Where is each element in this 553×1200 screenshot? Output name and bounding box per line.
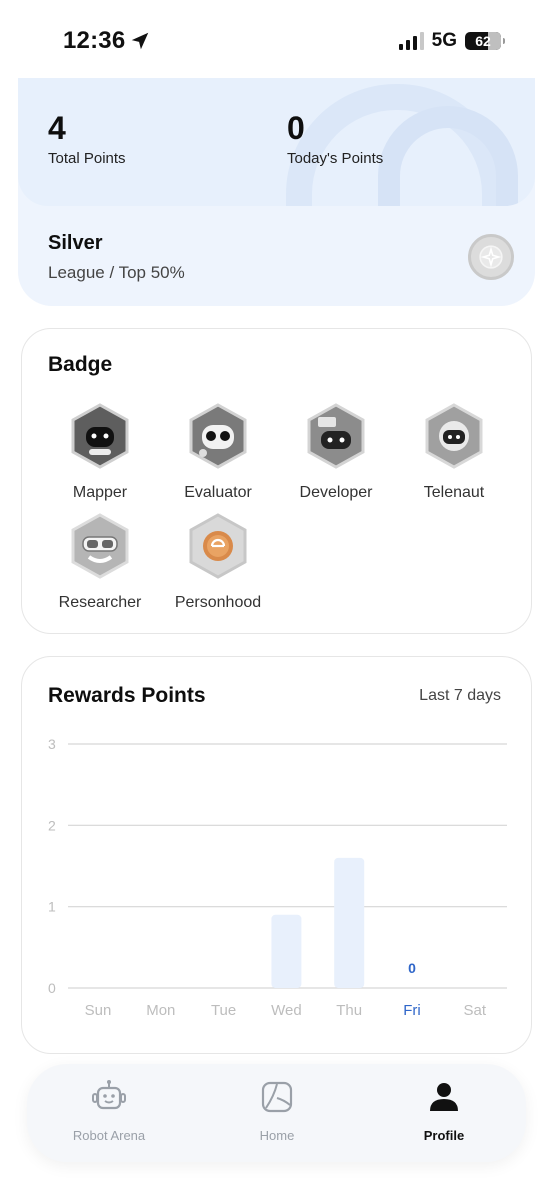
y-tick-label: 0	[48, 980, 56, 996]
todays-points-value: 0	[287, 110, 305, 146]
battery-level: 62	[475, 33, 491, 49]
bar	[271, 914, 302, 988]
tab-home[interactable]: Home	[207, 1078, 347, 1143]
rewards-bar-chart: 0 1 2 3 Sun Mon Tue Wed Thu Fri 0 Sat	[48, 736, 507, 1019]
total-points-value: 4	[48, 110, 66, 146]
robot-icon	[92, 1080, 126, 1110]
personhood-badge-icon	[189, 513, 247, 579]
home-icon	[261, 1081, 293, 1113]
telenaut-badge-icon	[425, 403, 483, 469]
badge-card: Badge Mapper Evaluator Developer Telenau…	[21, 328, 532, 634]
status-bar: 12:36 5G 62	[0, 0, 553, 78]
evaluator-badge-icon	[189, 403, 247, 469]
network-label: 5G	[431, 30, 457, 51]
league-subtitle: League / Top 50%	[48, 263, 185, 282]
data-label: 0	[408, 960, 416, 976]
points-card: 4 Total Points 0 Today's Points Silver L…	[18, 78, 535, 306]
league-info[interactable]: Silver League / Top 50%	[48, 232, 185, 283]
x-tick-label: Fri	[403, 1002, 421, 1019]
badge-mapper[interactable]: Mapper	[41, 403, 159, 502]
points-summary: 4 Total Points 0 Today's Points	[18, 78, 535, 206]
developer-badge-icon	[307, 403, 365, 469]
badge-label: Telenaut	[423, 484, 485, 501]
signal-icon	[398, 32, 424, 50]
tab-label: Robot Arena	[72, 1128, 146, 1143]
badge-telenaut[interactable]: Telenaut	[395, 403, 513, 502]
mapper-badge-icon	[71, 403, 129, 469]
tab-robot-arena[interactable]: Robot Arena	[39, 1078, 179, 1143]
tab-label: Profile	[423, 1128, 465, 1143]
tab-label: Home	[259, 1128, 295, 1143]
badge-evaluator[interactable]: Evaluator	[159, 403, 277, 502]
todays-points: 0 Today's Points	[287, 110, 383, 167]
total-points-label: Total Points	[48, 150, 126, 167]
bar	[334, 857, 365, 988]
x-tick-label: Mon	[146, 1002, 175, 1019]
todays-points-label: Today's Points	[287, 150, 384, 167]
location-arrow-icon	[132, 32, 149, 50]
x-tick-label: Wed	[271, 1002, 302, 1019]
tab-profile[interactable]: Profile	[374, 1078, 514, 1143]
battery-icon: 62	[465, 32, 505, 50]
y-tick-label: 1	[48, 899, 56, 915]
x-tick-label: Sat	[464, 1002, 487, 1019]
badge-label: Mapper	[72, 484, 128, 501]
badge-label: Developer	[299, 484, 373, 501]
x-tick-label: Thu	[336, 1002, 362, 1019]
badge-label: Evaluator	[184, 484, 252, 501]
x-tick-label: Sun	[85, 1002, 112, 1019]
x-tick-label: Tue	[211, 1002, 236, 1019]
rewards-card: Rewards Points Last 7 days 0 1 2 3 Sun Mon Tue…	[21, 656, 532, 1054]
y-tick-label: 3	[48, 736, 56, 752]
badge-label: Researcher	[58, 594, 142, 611]
status-indicators: 5G 62	[398, 30, 505, 52]
badge-label: Personhood	[174, 594, 262, 611]
researcher-badge-icon	[71, 513, 129, 579]
badge-personhood[interactable]: Personhood	[159, 513, 277, 612]
league-medal-icon[interactable]	[468, 234, 514, 280]
badge-developer[interactable]: Developer	[277, 403, 395, 502]
y-tick-label: 2	[48, 817, 56, 833]
clock-text: 12:36	[63, 27, 126, 54]
profile-icon	[430, 1083, 458, 1111]
status-time: 12:36	[63, 27, 151, 55]
tab-bar: Robot Arena Home Profile	[27, 1064, 526, 1162]
badge-title: Badge	[48, 353, 113, 376]
badge-researcher[interactable]: Researcher	[41, 513, 159, 612]
league-name: Silver	[48, 232, 103, 254]
total-points: 4 Total Points	[48, 110, 126, 167]
